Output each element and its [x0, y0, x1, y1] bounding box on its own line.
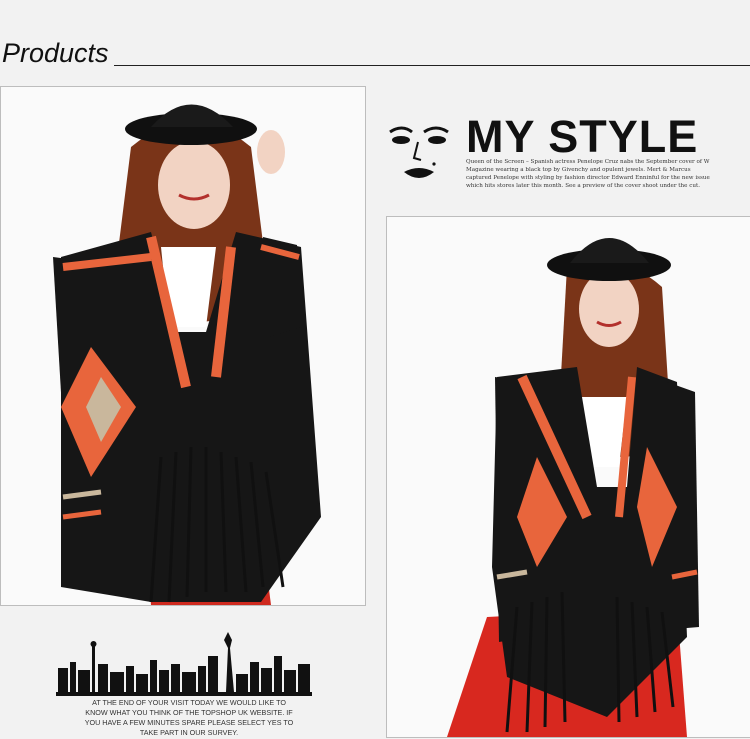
city-skyline-icon — [56, 632, 312, 696]
face-icon — [389, 126, 449, 178]
section-header: Products — [0, 38, 750, 72]
brand-title: MY STYLE — [466, 111, 699, 162]
header-divider — [114, 65, 750, 66]
survey-text: AT THE END OF YOUR VISIT TODAY WE WOULD … — [84, 698, 294, 737]
page-title: Products — [2, 38, 109, 68]
brand-description: Queen of the Screen – Spanish actress Pe… — [466, 159, 710, 189]
product-photo-side — [386, 216, 750, 738]
brand-block: MY STYLE Queen of the Screen – Spanish a… — [384, 112, 724, 192]
product-photo-front — [0, 86, 366, 606]
